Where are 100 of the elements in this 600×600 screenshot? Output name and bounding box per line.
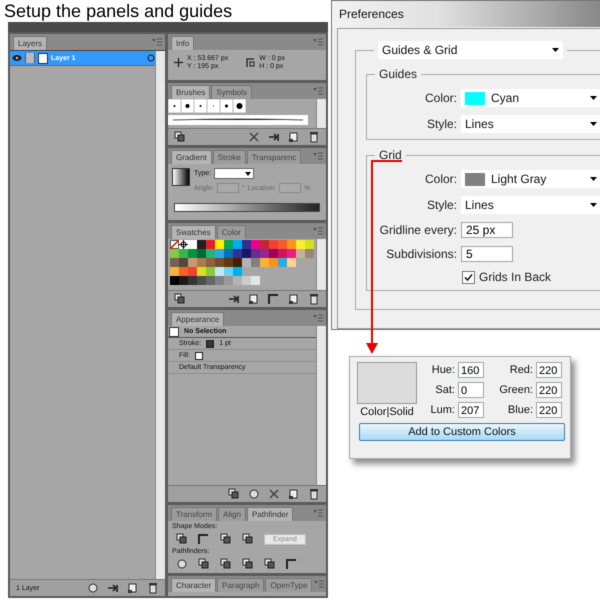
arrow-icon[interactable] — [268, 131, 280, 143]
color-swatch[interactable] — [224, 240, 233, 249]
corner-icon[interactable] — [268, 293, 280, 305]
panel-menu-icon[interactable] — [314, 580, 324, 588]
color-swatch[interactable] — [206, 249, 215, 258]
overlapping-squares-icon[interactable] — [220, 558, 232, 570]
arrow-icon[interactable] — [228, 293, 240, 305]
fill-swatch[interactable] — [194, 352, 203, 360]
color-swatch[interactable] — [260, 240, 269, 249]
panel-menu-icon[interactable] — [313, 509, 323, 517]
panel-menu-icon[interactable] — [313, 227, 323, 235]
brush-swatch[interactable] — [168, 99, 181, 113]
color-swatch[interactable] — [278, 249, 287, 258]
arrow-icon[interactable] — [107, 582, 119, 594]
panel-menu-icon[interactable] — [313, 152, 323, 160]
color-swatch[interactable] — [170, 258, 179, 267]
overlapping-squares-icon[interactable] — [242, 558, 254, 570]
scrollbar[interactable] — [316, 239, 326, 290]
panel-tab[interactable]: Symbols — [211, 85, 252, 99]
color-swatch[interactable] — [206, 267, 215, 276]
overlapping-squares-icon[interactable] — [228, 488, 240, 500]
panel-tab[interactable]: Swatches — [171, 225, 216, 239]
color-swatch[interactable] — [215, 258, 224, 267]
new-page-icon[interactable] — [248, 293, 260, 305]
color-swatch[interactable] — [188, 258, 197, 267]
overlapping-squares-icon[interactable] — [174, 293, 186, 305]
angle-field[interactable] — [216, 183, 239, 193]
new-page-icon[interactable] — [288, 488, 300, 500]
color-swatch[interactable] — [179, 267, 188, 276]
color-swatch[interactable] — [251, 249, 260, 258]
panel-menu-icon[interactable] — [152, 38, 162, 46]
number-field[interactable]: 220 — [536, 382, 562, 398]
target-circle-icon[interactable] — [147, 54, 155, 62]
brush-swatch[interactable] — [207, 99, 220, 113]
color-swatch[interactable] — [242, 276, 251, 285]
color-swatch[interactable] — [296, 249, 305, 258]
panel-tab[interactable]: Color — [216, 225, 246, 239]
panel-tab[interactable]: OpenType — [265, 578, 312, 592]
new-page-icon[interactable] — [288, 131, 300, 143]
color-swatch[interactable] — [215, 249, 224, 258]
color-swatch[interactable] — [233, 240, 242, 249]
color-swatch[interactable] — [224, 258, 233, 267]
new-page-icon[interactable] — [127, 582, 139, 594]
none-swatch[interactable] — [170, 240, 179, 249]
color-swatch[interactable] — [269, 249, 278, 258]
color-swatch[interactable] — [188, 249, 197, 258]
number-field[interactable]: 220 — [536, 402, 562, 418]
color-swatch[interactable] — [287, 249, 296, 258]
color-swatch[interactable] — [206, 258, 215, 267]
color-swatch[interactable] — [233, 267, 242, 276]
color-swatch[interactable] — [188, 276, 197, 285]
scrollbar[interactable] — [316, 326, 326, 485]
scrollbar[interactable] — [316, 99, 326, 128]
panel-tab[interactable]: Align — [218, 507, 246, 521]
art-brush-stroke[interactable] — [168, 115, 308, 125]
number-field[interactable]: 160 — [458, 362, 484, 378]
panel-tab[interactable]: Paragraph — [217, 578, 264, 592]
color-swatch[interactable] — [251, 276, 260, 285]
color-swatch[interactable] — [197, 258, 206, 267]
color-swatch[interactable] — [260, 249, 269, 258]
color-swatch[interactable] — [242, 240, 251, 249]
brush-swatch[interactable] — [220, 99, 233, 113]
color-swatch[interactable] — [242, 249, 251, 258]
color-swatch[interactable] — [188, 267, 197, 276]
circle-icon[interactable] — [248, 488, 260, 500]
number-field[interactable]: 220 — [536, 362, 562, 378]
dropdown-arrow-icon[interactable] — [552, 48, 559, 52]
color-swatch[interactable] — [305, 249, 314, 258]
corner-icon[interactable] — [198, 533, 210, 545]
color-swatch[interactable] — [278, 240, 287, 249]
color-swatch[interactable] — [269, 258, 278, 267]
color-swatch[interactable] — [188, 240, 197, 249]
color-swatch[interactable] — [206, 276, 215, 285]
cross-icon[interactable] — [248, 131, 260, 143]
color-dropdown[interactable]: Cyan — [461, 89, 600, 107]
color-swatch[interactable] — [287, 258, 296, 267]
panel-tab[interactable]: Gradient — [171, 150, 212, 164]
color-swatch[interactable] — [233, 276, 242, 285]
color-swatch[interactable] — [179, 249, 188, 258]
panel-tab[interactable]: Brushes — [171, 85, 210, 99]
color-swatch[interactable] — [287, 240, 296, 249]
brush-swatch[interactable] — [181, 99, 194, 113]
color-swatch[interactable] — [197, 276, 206, 285]
style-dropdown[interactable]: Lines — [461, 196, 600, 214]
trash-icon[interactable] — [308, 131, 320, 143]
overlapping-squares-icon[interactable] — [220, 533, 232, 545]
panel-tab[interactable]: Appearance — [171, 312, 224, 326]
overlapping-squares-icon[interactable] — [174, 131, 186, 143]
panel-tab[interactable]: Info — [171, 36, 194, 50]
subdivisions-field[interactable]: 5 — [461, 246, 513, 262]
color-swatch[interactable] — [170, 276, 179, 285]
panel-menu-icon[interactable] — [313, 38, 323, 46]
circle-icon[interactable] — [87, 582, 99, 594]
color-swatch[interactable] — [197, 240, 206, 249]
color-swatch[interactable] — [215, 267, 224, 276]
stroke-swatch[interactable] — [206, 340, 214, 348]
dropdown-arrow-icon[interactable] — [590, 122, 597, 126]
registration-swatch[interactable] — [179, 240, 188, 249]
gridline-field[interactable]: 25 px — [461, 222, 513, 238]
new-page-icon[interactable] — [288, 293, 300, 305]
